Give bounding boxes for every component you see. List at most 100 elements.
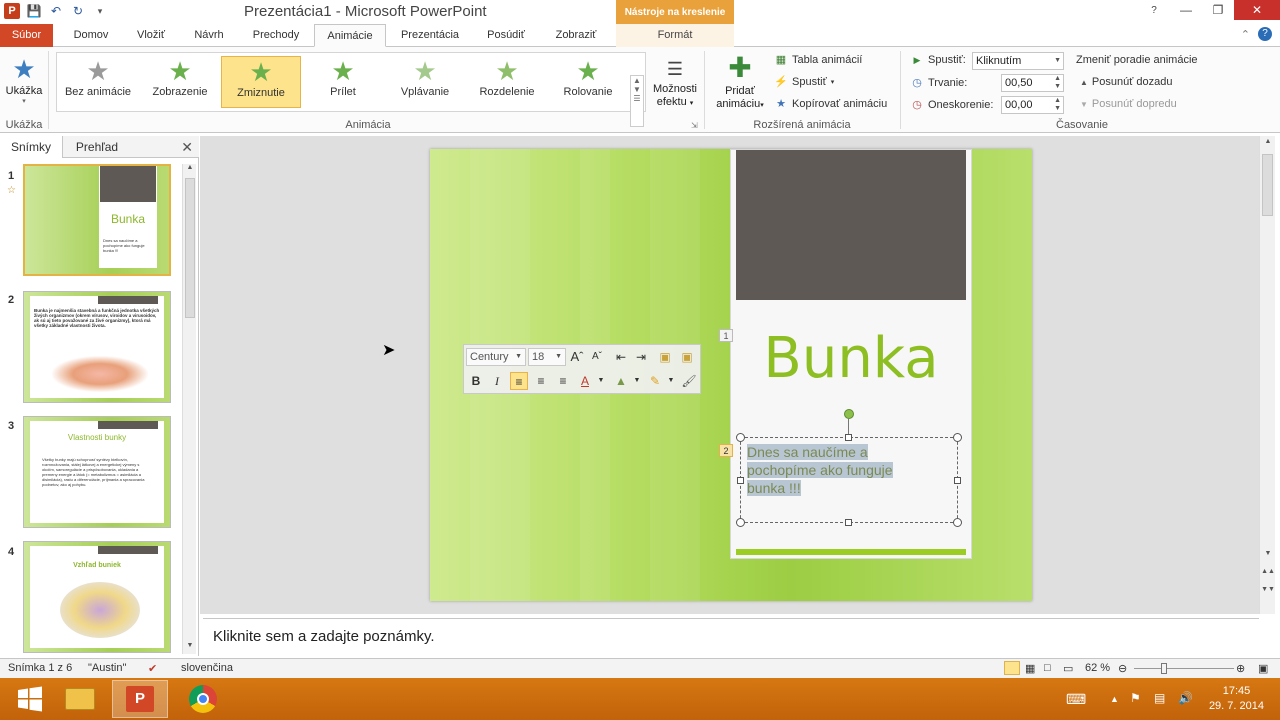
move-later-button[interactable]: ▼ Posunúť dopredu: [1080, 98, 1177, 110]
resize-handle[interactable]: [953, 433, 962, 442]
resize-handle[interactable]: [736, 433, 745, 442]
animation-fly-in[interactable]: ★ Prílet: [303, 56, 383, 108]
notes-placeholder[interactable]: Kliknite sem a zadajte poznámky.: [213, 628, 435, 645]
customize-qat-icon[interactable]: ▾: [92, 3, 108, 19]
tab-insert[interactable]: Vložiť: [124, 24, 178, 47]
language-indicator[interactable]: slovenčina: [181, 662, 233, 674]
delay-input[interactable]: 00,00 ▲ ▼: [1001, 96, 1064, 114]
spinner-icon[interactable]: ▲ ▼: [1054, 75, 1061, 91]
scrollbar-thumb[interactable]: [185, 178, 195, 318]
rotation-handle[interactable]: [844, 409, 854, 419]
chevron-down-icon[interactable]: ▼: [662, 372, 680, 390]
minimize-button[interactable]: —: [1170, 0, 1202, 20]
effect-options-button[interactable]: ☰ Možnosti efektu ▾: [650, 55, 700, 110]
previous-slide-icon[interactable]: ▲▲: [1260, 568, 1276, 580]
move-earlier-button[interactable]: ▲ Posunúť dozadu: [1080, 76, 1173, 88]
align-center-icon[interactable]: ≡: [532, 372, 550, 390]
tab-slideshow[interactable]: Prezentácia: [390, 24, 470, 47]
slide-thumbnail-4[interactable]: Vzhľad buniek: [23, 541, 171, 653]
close-button[interactable]: ✕: [1234, 0, 1280, 20]
bring-forward-icon[interactable]: ▣: [656, 348, 674, 366]
resize-handle[interactable]: [953, 518, 962, 527]
zoom-out-icon[interactable]: ⊖: [1118, 662, 1127, 675]
grow-font-icon[interactable]: Aˆ: [568, 348, 586, 366]
resize-handle[interactable]: [845, 434, 852, 441]
reading-view-icon[interactable]: □: [1044, 662, 1051, 674]
theme-name[interactable]: "Austin": [88, 662, 126, 674]
slide-thumbnail-1[interactable]: Bunka Dnes sa naučíme a pochopíme ako fu…: [23, 164, 171, 276]
slideshow-view-icon[interactable]: ▭: [1063, 662, 1073, 675]
redo-icon[interactable]: ↻: [70, 3, 86, 19]
canvas-scrollbar[interactable]: ▲ ▼ ▲▲ ▼▼: [1259, 136, 1275, 614]
fit-to-window-icon[interactable]: ▣: [1258, 662, 1268, 675]
restore-button[interactable]: ❐: [1202, 0, 1234, 20]
tab-transitions[interactable]: Prechody: [240, 24, 312, 47]
animation-appear[interactable]: ★ Zobrazenie: [140, 56, 220, 108]
scroll-down-icon[interactable]: ▼: [183, 642, 197, 654]
zoom-slider-track[interactable]: [1134, 668, 1234, 669]
chevron-down-icon[interactable]: ▼: [592, 372, 610, 390]
show-hidden-icons-icon[interactable]: ▲: [1110, 694, 1119, 704]
slide-thumbnail-3[interactable]: Vlastnosti bunky Všetky bunky majú schop…: [23, 416, 171, 528]
notes-pane[interactable]: Kliknite sem a zadajte poznámky.: [203, 618, 1259, 656]
tab-file[interactable]: Súbor: [0, 24, 53, 47]
resize-handle[interactable]: [954, 477, 961, 484]
scroll-up-icon[interactable]: ▲: [1260, 138, 1276, 150]
animation-order-tag-1[interactable]: 1: [719, 329, 733, 342]
animation-wipe[interactable]: ★ Rolovanie: [548, 56, 628, 108]
format-painter-icon[interactable]: 🖌: [680, 372, 698, 390]
windows-start-icon[interactable]: [2, 680, 58, 718]
increase-indent-icon[interactable]: ⇥: [632, 348, 650, 366]
tab-outline[interactable]: Prehľad: [64, 136, 130, 158]
add-animation-button[interactable]: ✚ Pridať animáciu▾: [710, 51, 770, 112]
scroll-up-icon[interactable]: ▲: [183, 164, 197, 176]
tab-slides[interactable]: Snímky: [0, 136, 63, 158]
zoom-in-icon[interactable]: ⊕: [1236, 662, 1245, 675]
powerpoint-taskbar-icon[interactable]: P: [112, 680, 168, 718]
animation-float-in[interactable]: ★ Vplávanie: [385, 56, 465, 108]
body-text[interactable]: Dnes sa naučíme a pochopíme ako funguje …: [747, 443, 947, 497]
tab-design[interactable]: Návrh: [182, 24, 236, 47]
network-icon[interactable]: ▤: [1154, 691, 1165, 705]
align-left-icon[interactable]: ≡: [510, 372, 528, 390]
help-question-icon[interactable]: ?: [1258, 27, 1272, 41]
trigger-button[interactable]: ⚡ Spustiť ▾: [774, 75, 834, 89]
decrease-indent-icon[interactable]: ⇤: [612, 348, 630, 366]
tab-review[interactable]: Posúdiť: [474, 24, 538, 47]
help-icon[interactable]: ?: [1138, 0, 1170, 20]
undo-icon[interactable]: ↶: [48, 3, 64, 19]
resize-handle[interactable]: [845, 519, 852, 526]
animation-pane-button[interactable]: ▦ Tabla animácií: [774, 53, 863, 67]
align-right-icon[interactable]: ≡: [554, 372, 572, 390]
font-family-select[interactable]: Century ▼: [466, 348, 526, 366]
animation-fade[interactable]: ★ Zmiznutie: [221, 56, 301, 108]
save-icon[interactable]: 💾: [26, 3, 42, 19]
slide-sorter-view-icon[interactable]: ▦: [1025, 662, 1035, 675]
slides-scrollbar[interactable]: ▲ ▼: [182, 164, 196, 654]
body-textbox[interactable]: Dnes sa naučíme a pochopíme ako funguje …: [736, 433, 962, 527]
bold-icon[interactable]: B: [467, 372, 485, 390]
preview-button[interactable]: ★ Ukážka ▾: [4, 53, 44, 105]
resize-handle[interactable]: [737, 477, 744, 484]
tab-view[interactable]: Zobraziť: [542, 24, 610, 47]
spellcheck-icon[interactable]: ✔: [148, 662, 157, 675]
font-size-select[interactable]: 18 ▼: [528, 348, 566, 366]
animation-order-tag-2[interactable]: 2: [719, 444, 733, 457]
duration-input[interactable]: 00,50 ▲ ▼: [1001, 74, 1064, 92]
keyboard-icon[interactable]: ⌨: [1066, 691, 1086, 708]
tab-animations[interactable]: Animácie: [314, 24, 386, 47]
shrink-font-icon[interactable]: Aˇ: [588, 348, 606, 366]
flag-icon[interactable]: ⚑: [1130, 691, 1141, 705]
animation-split[interactable]: ★ Rozdelenie: [467, 56, 547, 108]
dialog-launcher-icon[interactable]: ⇲: [691, 121, 698, 130]
start-select[interactable]: Kliknutím ▼: [972, 52, 1064, 70]
spinner-icon[interactable]: ▲ ▼: [1054, 97, 1061, 113]
animation-painter-button[interactable]: ★ Kopírovať animáciu: [774, 97, 887, 111]
slide-thumbnail-2[interactable]: Bunka je najmenšia stavebná a funkčná je…: [23, 291, 171, 403]
send-backward-icon[interactable]: ▣: [678, 348, 696, 366]
animation-none[interactable]: ★ Bez animácie: [58, 56, 138, 108]
zoom-level[interactable]: 62 %: [1085, 662, 1110, 674]
powerpoint-logo-icon[interactable]: P: [4, 3, 20, 19]
system-clock[interactable]: 17:45 29. 7. 2014: [1209, 684, 1264, 714]
tab-format[interactable]: Formát: [616, 24, 734, 47]
